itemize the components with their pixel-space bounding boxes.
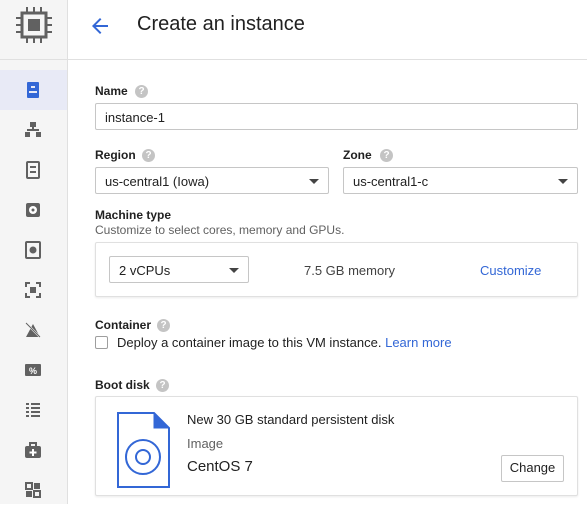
change-boot-disk-button[interactable]: Change [501,455,564,482]
chevron-down-icon [558,179,568,184]
region-select[interactable]: us-central1 (Iowa) [95,167,329,194]
back-arrow-icon[interactable] [88,14,112,38]
boot-disk-help-icon[interactable]: ? [156,379,169,392]
container-checkbox[interactable] [95,336,108,349]
sidebar-item-vm-instances[interactable] [0,70,67,110]
sidebar-item-images[interactable] [0,270,67,310]
name-label: Name [95,84,128,98]
zones-icon [25,482,41,498]
health-checks-icon [25,442,41,458]
instance-templates-icon [26,161,40,179]
region-select-value: us-central1 (Iowa) [105,174,210,189]
sidebar-item-zones[interactable] [0,470,67,510]
metadata-icon [26,403,40,417]
sidebar-item-committed-use-discounts[interactable]: % [0,350,67,390]
region-help-icon[interactable]: ? [142,149,155,162]
region-label: Region [95,148,136,162]
cpu-select-value: 2 vCPUs [119,263,171,278]
customize-link[interactable]: Customize [480,263,541,278]
boot-disk-image-value: CentOS 7 [187,458,253,475]
boot-disk-card: New 30 GB standard persistent disk Image… [95,396,578,496]
chevron-down-icon [229,268,239,273]
left-nav-sidebar: % [0,0,68,504]
sidebar-item-snapshots[interactable] [0,230,67,270]
svg-text:%: % [29,366,37,376]
container-label: Container [95,318,152,332]
memory-text: 7.5 GB memory [304,263,396,278]
container-help-icon[interactable]: ? [157,319,170,332]
boot-disk-title: New 30 GB standard persistent disk [187,412,395,427]
name-help-icon[interactable]: ? [135,85,148,98]
committed-use-discounts-icon: % [25,364,41,376]
container-checkbox-label: Deploy a container image to this VM inst… [117,335,382,350]
machine-type-label: Machine type [95,208,172,222]
zone-help-icon[interactable]: ? [380,149,393,162]
sidebar-item-metadata[interactable] [0,390,67,430]
images-icon [25,282,41,298]
container-checkbox-text: Deploy a container image to this VM inst… [117,335,452,350]
snapshots-icon [25,241,41,259]
sidebar-item-instance-groups[interactable] [0,110,67,150]
chip-logo-icon [16,7,52,43]
instance-groups-icon [25,122,41,137]
name-input[interactable]: instance-1 [95,103,578,130]
boot-disk-label: Boot disk [95,378,150,392]
vm-instances-icon [27,82,39,98]
chevron-down-icon [309,179,319,184]
zone-label: Zone [343,148,372,162]
disks-icon [26,203,40,217]
disk-file-icon [117,412,170,488]
compute-engine-logo [0,0,67,60]
zone-select-value: us-central1-c [353,174,429,189]
zone-select[interactable]: us-central1-c [343,167,578,194]
learn-more-link[interactable]: Learn more [385,335,451,350]
sidebar-item-tpus[interactable] [0,310,67,350]
machine-type-subtitle: Customize to select cores, memory and GP… [95,223,345,237]
machine-type-card: 2 vCPUs 7.5 GB memory Customize [95,242,578,297]
page-header: Create an instance [68,0,587,60]
boot-disk-image-label: Image [187,436,224,451]
cpu-select[interactable]: 2 vCPUs [109,256,249,283]
tpu-icon [25,322,41,338]
sidebar-item-instance-templates[interactable] [0,150,67,190]
page-title: Create an instance [137,13,305,35]
sidebar-item-disks[interactable] [0,190,67,230]
sidebar-item-health-checks[interactable] [0,430,67,470]
